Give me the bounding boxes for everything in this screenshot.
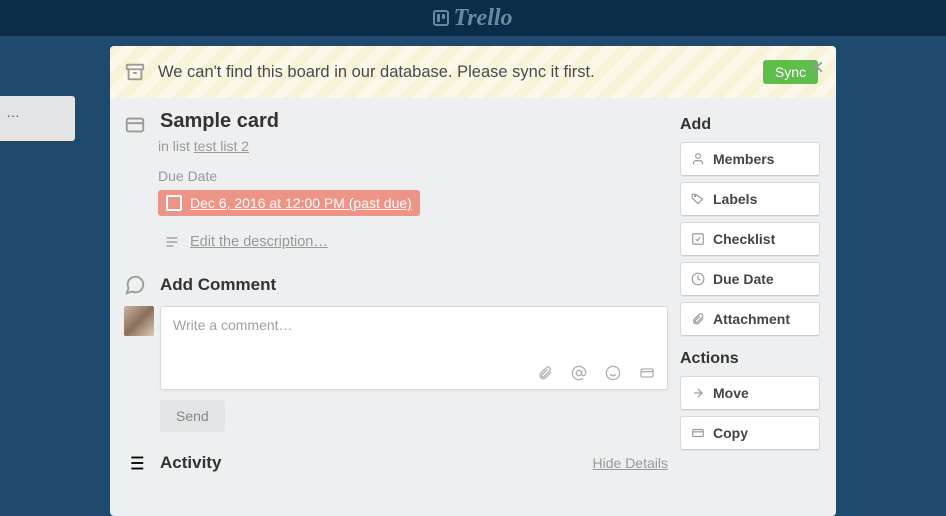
activity-heading: Activity Hide Details	[124, 452, 668, 474]
archive-icon	[124, 61, 146, 83]
list-link[interactable]: test list 2	[194, 138, 249, 154]
checklist-icon	[691, 232, 705, 246]
tag-icon	[691, 192, 705, 206]
add-comment-heading: Add Comment	[124, 274, 668, 296]
due-date-button[interactable]: Due Date	[680, 262, 820, 296]
emoji-icon[interactable]	[605, 365, 621, 381]
due-date-badge[interactable]: Dec 6, 2016 at 12:00 PM (past due)	[158, 190, 420, 216]
in-list-text: in list test list 2	[158, 138, 668, 154]
close-button[interactable]: ×	[810, 56, 824, 80]
actions-heading: Actions	[680, 350, 820, 368]
activity-icon	[124, 452, 146, 474]
topbar: Trello	[0, 0, 946, 36]
copy-icon	[691, 426, 705, 440]
checklist-button[interactable]: Checklist	[680, 222, 820, 256]
person-icon	[691, 152, 705, 166]
due-checkbox[interactable]	[166, 195, 182, 211]
hide-details-link[interactable]: Hide Details	[593, 455, 668, 471]
trello-logo-icon	[433, 10, 449, 26]
description-icon	[164, 234, 180, 250]
card-icon	[124, 114, 146, 136]
user-avatar[interactable]	[124, 306, 154, 336]
clock-icon	[691, 272, 705, 286]
card-attach-icon[interactable]	[639, 365, 655, 381]
list-stub: …	[0, 96, 75, 141]
labels-button[interactable]: Labels	[680, 182, 820, 216]
edit-description-button[interactable]: Edit the description…	[164, 234, 668, 250]
main-column: Sample card in list test list 2 Due Date…	[124, 110, 668, 474]
attachment-button[interactable]: Attachment	[680, 302, 820, 336]
paperclip-icon	[691, 312, 705, 326]
copy-button[interactable]: Copy	[680, 416, 820, 450]
members-button[interactable]: Members	[680, 142, 820, 176]
due-date-text: Dec 6, 2016 at 12:00 PM (past due)	[190, 195, 412, 211]
move-button[interactable]: Move	[680, 376, 820, 410]
comment-toolbar	[161, 359, 667, 389]
attachment-icon[interactable]	[537, 365, 553, 381]
send-button[interactable]: Send	[160, 400, 225, 432]
arrow-right-icon	[691, 386, 705, 400]
comment-input[interactable]	[161, 307, 667, 359]
banner-message: We can't find this board in our database…	[158, 63, 751, 82]
trello-logo-text: Trello	[453, 5, 512, 32]
sync-banner: We can't find this board in our database…	[110, 46, 836, 98]
mention-icon[interactable]	[571, 365, 587, 381]
card-modal: We can't find this board in our database…	[110, 46, 836, 516]
card-title[interactable]: Sample card	[160, 110, 279, 133]
sidebar: Add Members Labels Checklist Due Date At…	[680, 110, 820, 474]
add-heading: Add	[680, 116, 820, 134]
comment-icon	[124, 274, 146, 296]
due-date-label: Due Date	[158, 168, 668, 184]
trello-logo[interactable]: Trello	[433, 5, 512, 32]
comment-box	[160, 306, 668, 390]
